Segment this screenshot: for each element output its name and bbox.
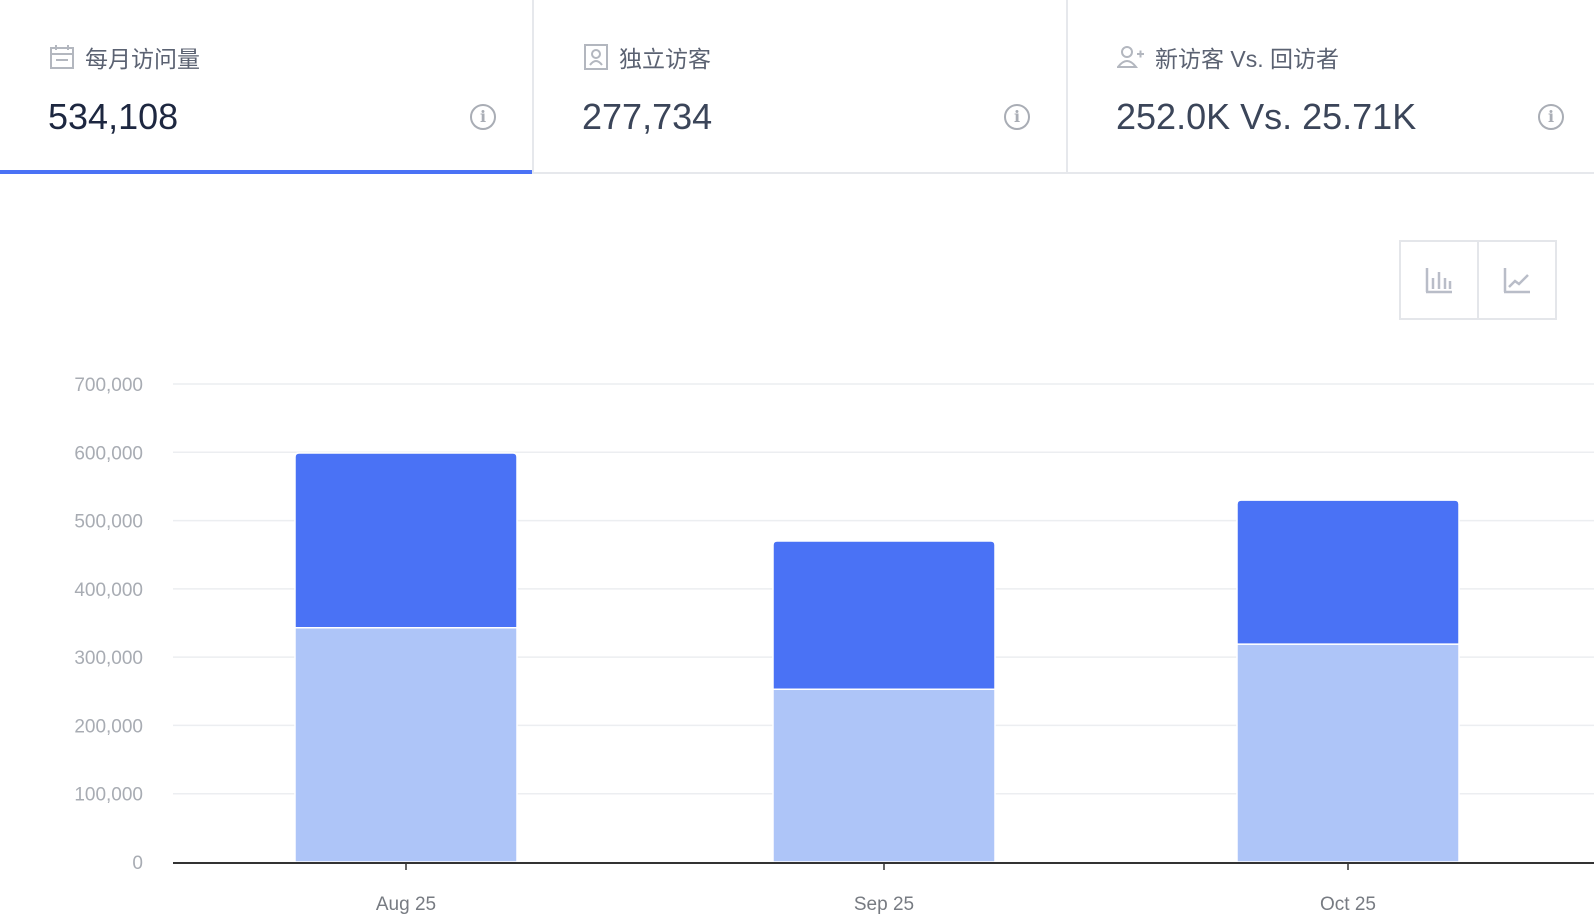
metric-title: 新访客 Vs. 回访者 xyxy=(1155,46,1340,72)
metric-title-row: 新访客 Vs. 回访者 xyxy=(1117,40,1339,74)
stacked-bar-chart: 0 100,000 200,000 300,000 400,000 500,000 600,… xyxy=(74,375,1594,915)
y-tick-label: 700,000 xyxy=(74,375,143,396)
metric-value: 277,734 xyxy=(582,96,713,137)
info-icon[interactable]: i xyxy=(1538,104,1564,130)
metric-title: 独立访客 xyxy=(619,46,711,72)
y-tick-label: 100,000 xyxy=(74,785,143,806)
chart-type-toggle xyxy=(1399,240,1557,320)
bar-segment xyxy=(772,540,996,690)
metric-title-row: 每月访问量 xyxy=(49,40,200,74)
metric-tab-monthly-visits[interactable]: 每月访问量 534,108 i xyxy=(0,0,534,174)
bar-segment xyxy=(294,452,518,629)
metric-tabs: 每月访问量 534,108 i 独立访客 277,734 i 新访客 Vs. 回… xyxy=(0,0,1594,174)
bar-segment xyxy=(1236,499,1460,645)
metric-tab-unique-visitors[interactable]: 独立访客 277,734 i xyxy=(534,0,1068,172)
y-tick-label: 400,000 xyxy=(74,580,143,601)
metric-title-row: 独立访客 xyxy=(583,40,711,74)
metric-value: 252.0K Vs. 25.71K xyxy=(1116,96,1417,137)
y-tick-label: 300,000 xyxy=(74,648,143,669)
bar-segment xyxy=(1236,643,1460,863)
y-tick-label: 500,000 xyxy=(74,512,143,533)
x-tick-label: Sep 25 xyxy=(854,894,914,915)
metric-title: 每月访问量 xyxy=(85,46,200,72)
y-tick-label: 600,000 xyxy=(74,443,143,464)
y-tick-label: 200,000 xyxy=(74,716,143,737)
metric-value: 534,108 xyxy=(48,96,179,137)
y-tick-label: 0 xyxy=(132,853,143,874)
bar-chart-button[interactable] xyxy=(1401,242,1477,318)
calendar-icon xyxy=(50,45,74,69)
user-add-icon xyxy=(1117,46,1144,68)
line-chart-button[interactable] xyxy=(1477,242,1555,318)
line-chart-icon xyxy=(1503,268,1530,294)
metric-tab-new-vs-returning[interactable]: 新访客 Vs. 回访者 252.0K Vs. 25.71K i xyxy=(1068,0,1594,172)
x-tick-label: Oct 25 xyxy=(1320,894,1376,915)
id-badge-icon xyxy=(584,44,608,70)
bar-chart-icon xyxy=(1425,268,1452,294)
x-tick-label: Aug 25 xyxy=(376,894,436,915)
bar-segment xyxy=(772,688,996,863)
info-icon[interactable]: i xyxy=(1004,104,1030,130)
bar-segment xyxy=(294,627,518,863)
info-icon[interactable]: i xyxy=(470,104,496,130)
